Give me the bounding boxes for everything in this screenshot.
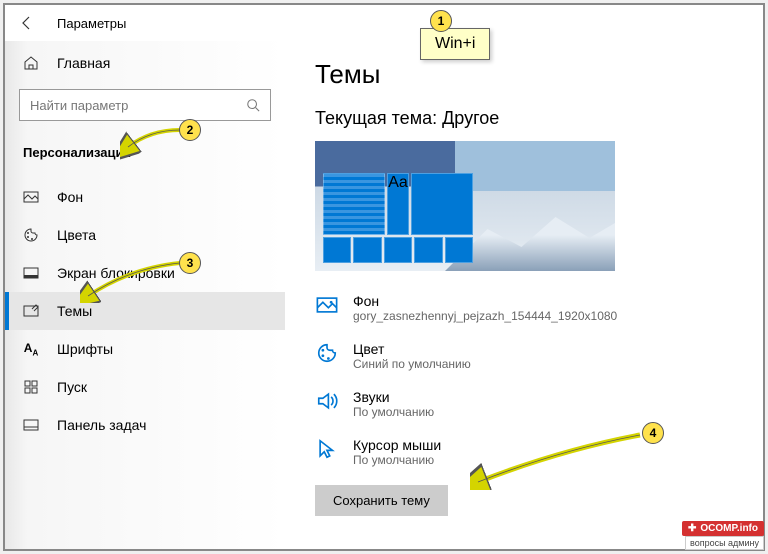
search-placeholder: Найти параметр [30, 98, 128, 113]
watermark-tagline: вопросы админу [685, 536, 764, 550]
callout-badge-4: 4 [642, 422, 664, 444]
sidebar-item-label: Шрифты [57, 341, 113, 357]
callout-badge-2: 2 [179, 119, 201, 141]
callout-badge-1: 1 [430, 10, 452, 32]
watermark-brand: OCOMP.info [700, 523, 758, 534]
section-label: Персонализация [5, 135, 285, 170]
nav-list: Фон Цвета Экран блокировки Темы AA Шрифт… [5, 178, 285, 444]
sidebar-item-colors[interactable]: Цвета [5, 216, 285, 254]
setting-title: Цвет [353, 341, 471, 357]
content-area: Главная Найти параметр Персонализация Фо… [5, 41, 763, 549]
save-theme-button[interactable]: Сохранить тему [315, 485, 448, 516]
sidebar-item-taskbar[interactable]: Панель задач [5, 406, 285, 444]
lockscreen-icon [23, 265, 39, 281]
sidebar-item-label: Цвета [57, 227, 96, 243]
plus-icon: ✚ [688, 523, 696, 534]
picture-icon [315, 293, 339, 317]
sidebar: Главная Найти параметр Персонализация Фо… [5, 41, 285, 549]
watermark: ✚ OCOMP.info вопросы админу [682, 521, 764, 550]
theme-setting-color[interactable]: Цвет Синий по умолчанию [315, 341, 733, 371]
palette-icon [23, 227, 39, 243]
sidebar-item-label: Темы [57, 303, 92, 319]
cursor-icon [315, 437, 339, 461]
home-icon [23, 55, 39, 71]
home-label: Главная [57, 55, 110, 71]
picture-icon [23, 189, 39, 205]
preview-sample-text: Aa [387, 173, 409, 235]
sidebar-item-label: Фон [57, 189, 83, 205]
sidebar-item-label: Экран блокировки [57, 265, 175, 281]
callout-badge-3: 3 [179, 252, 201, 274]
sidebar-item-themes[interactable]: Темы [5, 292, 285, 330]
setting-value: gory_zasnezhennyj_pejzazh_154444_1920x10… [353, 309, 617, 323]
setting-value: По умолчанию [353, 453, 441, 467]
sound-icon [315, 389, 339, 413]
taskbar-icon [23, 417, 39, 433]
sidebar-item-start[interactable]: Пуск [5, 368, 285, 406]
sidebar-item-background[interactable]: Фон [5, 178, 285, 216]
themes-icon [23, 303, 39, 319]
titlebar: Параметры [5, 5, 763, 41]
sidebar-item-label: Пуск [57, 379, 87, 395]
back-button[interactable] [15, 11, 39, 35]
setting-value: Синий по умолчанию [353, 357, 471, 371]
theme-setting-sounds[interactable]: Звуки По умолчанию [315, 389, 733, 419]
settings-window: Параметры Главная Найти параметр Персона… [3, 3, 765, 551]
main-panel: Темы Текущая тема: Другое Aa Фон [285, 41, 763, 549]
window-title: Параметры [57, 16, 126, 31]
search-icon [246, 98, 260, 112]
current-theme-label: Текущая тема: Другое [315, 108, 733, 129]
setting-value: По умолчанию [353, 405, 434, 419]
palette-icon [315, 341, 339, 365]
setting-title: Курсор мыши [353, 437, 441, 453]
home-button[interactable]: Главная [5, 47, 285, 79]
setting-title: Звуки [353, 389, 434, 405]
page-title: Темы [315, 59, 733, 90]
theme-setting-cursor[interactable]: Курсор мыши По умолчанию [315, 437, 733, 467]
theme-setting-background[interactable]: Фон gory_zasnezhennyj_pejzazh_154444_192… [315, 293, 733, 323]
start-icon [23, 379, 39, 395]
search-input[interactable]: Найти параметр [19, 89, 271, 121]
fonts-icon: AA [23, 341, 39, 357]
sidebar-item-lockscreen[interactable]: Экран блокировки [5, 254, 285, 292]
callout-box-1: Win+i [420, 28, 490, 60]
back-arrow-icon [19, 15, 35, 31]
sidebar-item-fonts[interactable]: AA Шрифты [5, 330, 285, 368]
theme-preview[interactable]: Aa [315, 141, 615, 271]
setting-title: Фон [353, 293, 617, 309]
sidebar-item-label: Панель задач [57, 417, 146, 433]
